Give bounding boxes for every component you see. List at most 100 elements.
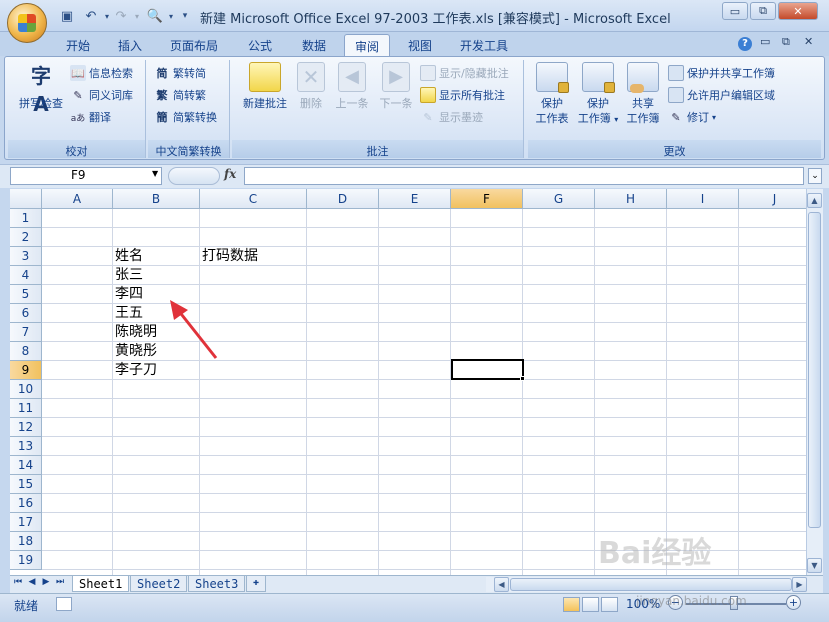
row-header-13[interactable]: 13 (10, 437, 42, 456)
translate-button[interactable]: aあ 翻译 (70, 107, 111, 127)
to-traditional-button[interactable]: 繁简转繁 (154, 85, 207, 105)
protect-share-workbook-button[interactable]: 保护并共享工作簿 (668, 63, 775, 83)
track-changes-button[interactable]: ✎ 修订 ▾ (668, 107, 716, 127)
ribbon-minimize-icon[interactable]: ▭ (760, 35, 770, 48)
tab-insert[interactable]: 插入 (108, 34, 152, 56)
column-header-f[interactable]: F (451, 189, 523, 209)
workbook-restore-icon[interactable]: ⧉ (782, 35, 790, 49)
customize-dropdown-icon[interactable]: ▾ (176, 7, 194, 25)
close-button[interactable]: ✕ (778, 2, 818, 20)
row-header-10[interactable]: 10 (10, 380, 42, 399)
row-header-12[interactable]: 12 (10, 418, 42, 437)
row-header-1[interactable]: 1 (10, 209, 42, 228)
tab-data[interactable]: 数据 (292, 34, 336, 56)
normal-view-icon[interactable] (563, 597, 580, 612)
cell-b9[interactable]: 李子刀 (115, 361, 157, 380)
horizontal-scroll-thumb[interactable] (510, 578, 792, 591)
scroll-down-icon[interactable]: ▼ (807, 558, 822, 573)
row-header-11[interactable]: 11 (10, 399, 42, 418)
restore-button[interactable]: ⧉ (750, 2, 776, 20)
cell-b7[interactable]: 陈晓明 (115, 323, 157, 342)
share-workbook-button[interactable]: 共享 工作簿 (622, 62, 664, 126)
column-header-a[interactable]: A (42, 189, 113, 209)
prev-sheet-icon[interactable]: ◀ (26, 577, 38, 587)
cell-b5[interactable]: 李四 (115, 285, 143, 304)
row-header-14[interactable]: 14 (10, 456, 42, 475)
name-box[interactable]: F9 (10, 167, 162, 185)
worksheet-grid[interactable]: ABCDEFGHIJ 1 2 3 4 5 6 7 8 9 10 11 12 13 14 15 16 17 18 19… (10, 189, 806, 575)
row-header-3[interactable]: 3 (10, 247, 42, 266)
insert-sheet-icon[interactable]: ✚ (246, 576, 267, 592)
help-icon[interactable]: ? (738, 37, 752, 51)
next-comment-button[interactable]: ▶ 下一条 (376, 62, 416, 111)
row-header-17[interactable]: 17 (10, 513, 42, 532)
vertical-scroll-thumb[interactable] (808, 212, 821, 528)
column-header-j[interactable]: J (739, 189, 806, 209)
formula-bar-splitter[interactable] (168, 167, 220, 185)
protect-workbook-button[interactable]: 保护 工作簿 ▾ (574, 62, 622, 127)
redo-dropdown-icon[interactable]: ▾ (128, 7, 146, 25)
row-header-2[interactable]: 2 (10, 228, 42, 247)
previous-comment-button[interactable]: ◀ 上一条 (332, 62, 372, 111)
cell-b4[interactable]: 张三 (115, 266, 143, 285)
new-comment-button[interactable]: 新建批注 (236, 62, 294, 111)
minimize-button[interactable]: ▭ (722, 2, 748, 20)
tab-home[interactable]: 开始 (56, 34, 100, 56)
show-ink-button[interactable]: ✎ 显示墨迹 (420, 107, 483, 127)
last-sheet-icon[interactable]: ⏭ (54, 577, 66, 587)
row-header-15[interactable]: 15 (10, 475, 42, 494)
page-break-view-icon[interactable] (601, 597, 618, 612)
sheet-tab-2[interactable]: Sheet2 (130, 576, 188, 592)
row-header-16[interactable]: 16 (10, 494, 42, 513)
row-header-7[interactable]: 7 (10, 323, 42, 342)
sheet-tab-3[interactable]: Sheet3 (188, 576, 246, 592)
cell-c3[interactable]: 打码数据 (202, 247, 258, 266)
save-icon[interactable]: ▣ (58, 7, 76, 25)
tab-view[interactable]: 视图 (398, 34, 442, 56)
column-header-i[interactable]: I (667, 189, 739, 209)
column-header-e[interactable]: E (379, 189, 451, 209)
chinese-convert-button[interactable]: 簡简繁转换 (154, 107, 218, 127)
scroll-left-icon[interactable]: ◀ (494, 577, 509, 592)
column-header-b[interactable]: B (113, 189, 200, 209)
protect-sheet-button[interactable]: 保护 工作表 (530, 62, 574, 126)
next-sheet-icon[interactable]: ▶ (40, 577, 52, 587)
sheet-tab-1[interactable]: Sheet1 (72, 576, 130, 592)
column-header-c[interactable]: C (200, 189, 307, 209)
column-header-g[interactable]: G (523, 189, 595, 209)
spellcheck-button[interactable]: 字A 拼写检查 (14, 62, 68, 116)
macro-record-icon[interactable] (56, 597, 72, 611)
insert-function-icon[interactable]: fx (224, 167, 236, 181)
show-hide-comment-button[interactable]: 显示/隐藏批注 (420, 63, 509, 83)
tab-review[interactable]: 审阅 (344, 34, 391, 56)
delete-comment-button[interactable]: ✕ 删除 (296, 62, 326, 111)
tab-page-layout[interactable]: 页面布局 (160, 34, 228, 56)
row-header-6[interactable]: 6 (10, 304, 42, 323)
office-button[interactable] (7, 3, 47, 43)
row-header-18[interactable]: 18 (10, 532, 42, 551)
first-sheet-icon[interactable]: ⏮ (12, 577, 24, 587)
workbook-close-icon[interactable]: ✕ (804, 35, 813, 48)
allow-edit-ranges-button[interactable]: 允许用户编辑区域 (668, 85, 775, 105)
column-header-h[interactable]: H (595, 189, 667, 209)
select-all-button[interactable] (10, 189, 42, 209)
row-header-8[interactable]: 8 (10, 342, 42, 361)
name-box-dropdown-icon[interactable]: ▼ (152, 169, 158, 178)
research-button[interactable]: 📖 信息检索 (70, 63, 133, 83)
row-header-9[interactable]: 9 (10, 361, 42, 380)
page-layout-view-icon[interactable] (582, 597, 599, 612)
show-all-comments-button[interactable]: 显示所有批注 (420, 85, 505, 105)
fill-handle[interactable] (520, 376, 525, 381)
row-header-19[interactable]: 19 (10, 551, 42, 570)
scroll-up-icon[interactable]: ▲ (807, 193, 822, 208)
zoom-in-icon[interactable]: + (786, 595, 801, 610)
thesaurus-button[interactable]: ✎ 同义词库 (70, 85, 133, 105)
cell-b6[interactable]: 王五 (115, 304, 143, 323)
expand-formula-bar-icon[interactable]: ⌄ (808, 168, 822, 184)
cell-b8[interactable]: 黄晓彤 (115, 342, 157, 361)
tab-formulas[interactable]: 公式 (238, 34, 282, 56)
row-header-4[interactable]: 4 (10, 266, 42, 285)
formula-input[interactable] (244, 167, 804, 185)
scroll-right-icon[interactable]: ▶ (792, 577, 807, 592)
cell-b3[interactable]: 姓名 (115, 247, 143, 266)
